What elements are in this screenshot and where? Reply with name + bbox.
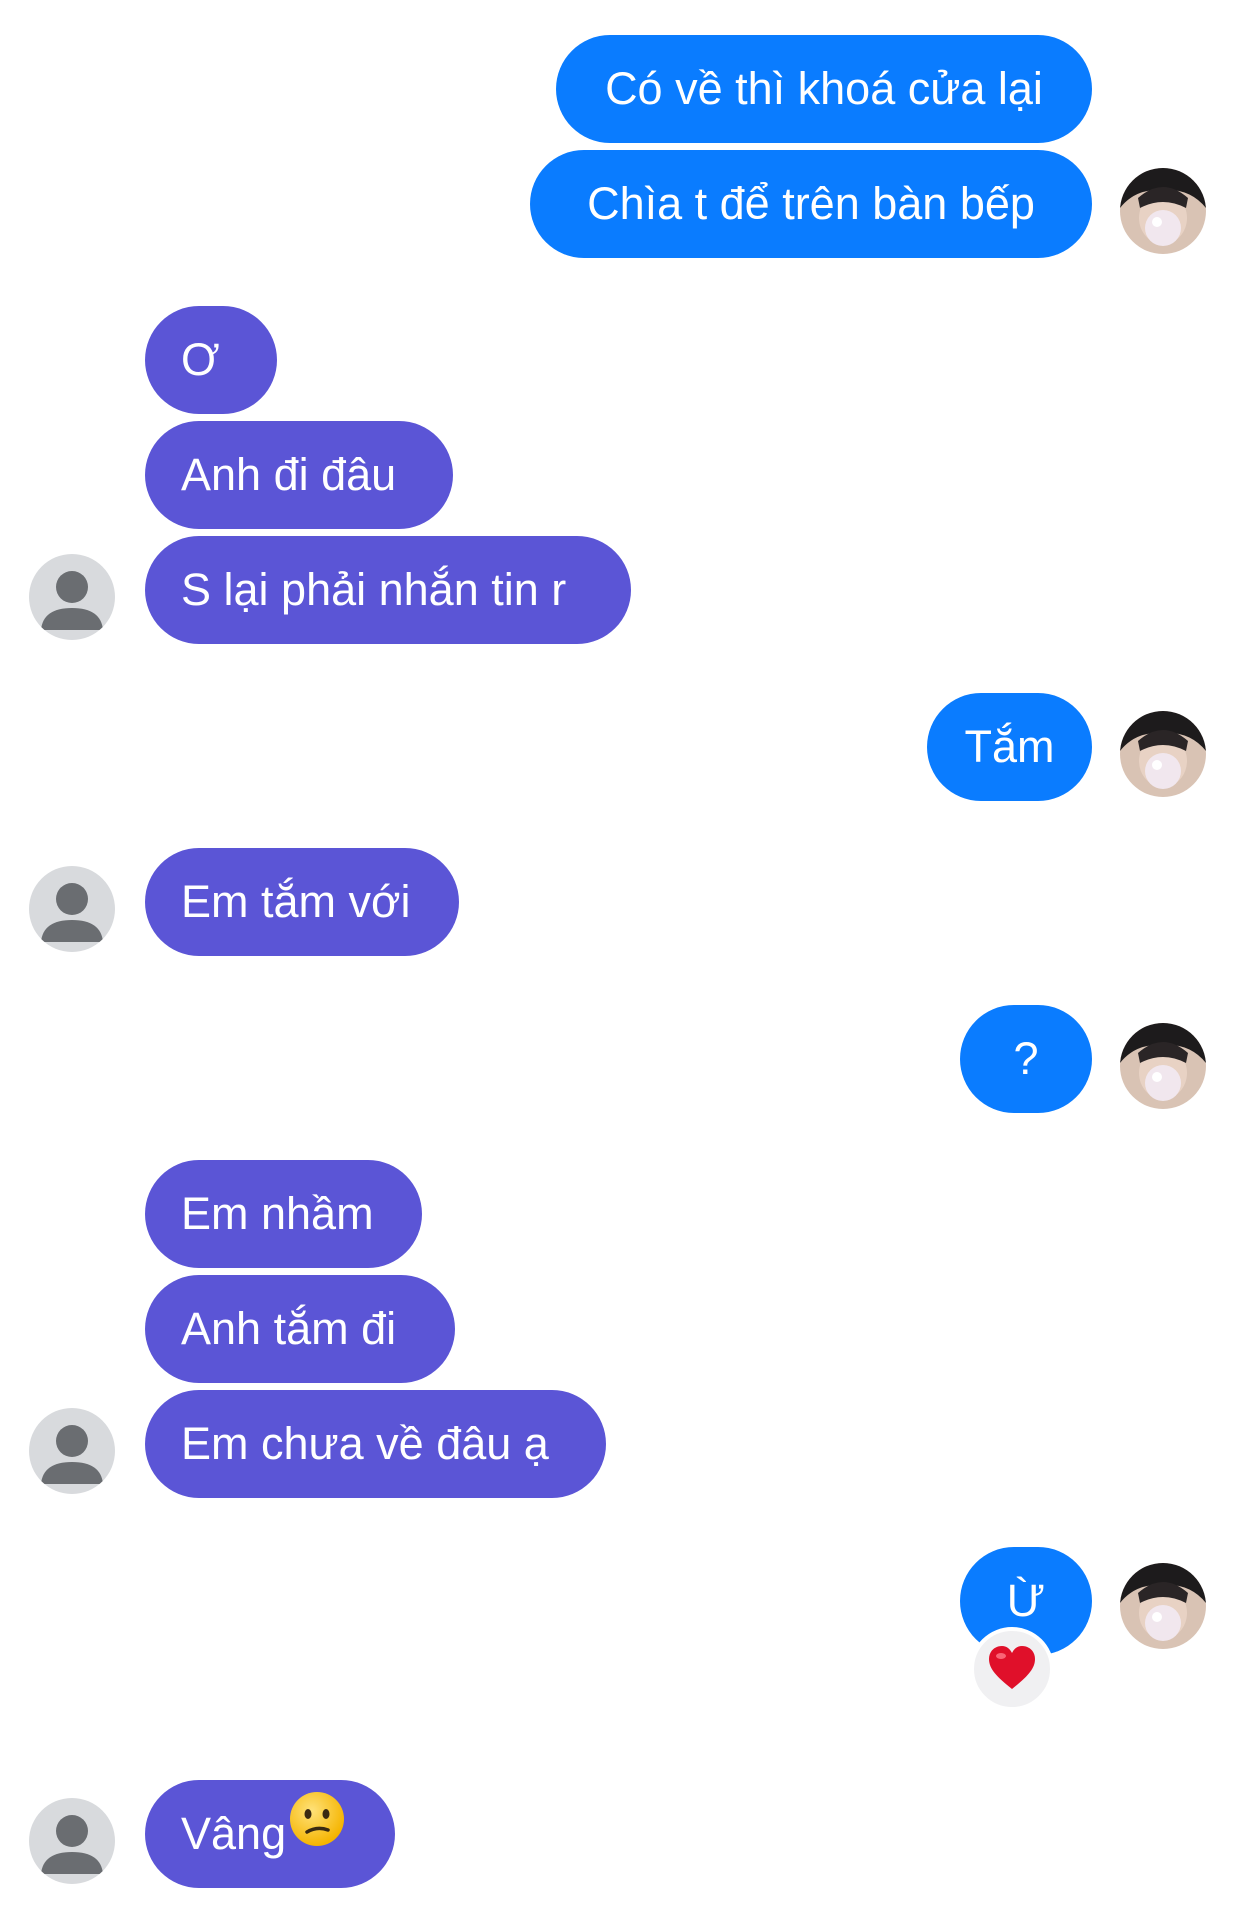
self-avatar-photo-icon — [1120, 1023, 1206, 1109]
incoming-message[interactable]: Anh đi đâu — [145, 421, 453, 529]
incoming-message[interactable]: Ơ — [145, 306, 277, 414]
incoming-message[interactable]: Anh tắm đi — [145, 1275, 455, 1383]
self-avatar[interactable] — [1120, 1023, 1206, 1109]
outgoing-message[interactable]: Có về thì khoá cửa lại — [556, 35, 1092, 143]
contact-avatar[interactable] — [29, 554, 115, 640]
default-person-avatar-icon — [29, 1798, 115, 1884]
message-reaction[interactable] — [970, 1627, 1054, 1711]
self-avatar[interactable] — [1120, 711, 1206, 797]
incoming-message[interactable]: Em tắm với — [145, 848, 459, 956]
contact-avatar[interactable] — [29, 866, 115, 952]
heart-icon — [989, 1646, 1035, 1689]
outgoing-message[interactable]: Tắm — [927, 693, 1092, 801]
outgoing-message[interactable]: ? — [960, 1005, 1092, 1113]
self-avatar-photo-icon — [1120, 711, 1206, 797]
self-avatar-photo-icon — [1120, 168, 1206, 254]
self-avatar-photo-icon — [1120, 1563, 1206, 1649]
message-text: Vâng — [181, 1808, 287, 1859]
contact-avatar[interactable] — [29, 1408, 115, 1494]
self-avatar[interactable] — [1120, 1563, 1206, 1649]
contact-avatar[interactable] — [29, 1798, 115, 1884]
default-person-avatar-icon — [29, 866, 115, 952]
incoming-message[interactable]: Vâng — [145, 1780, 395, 1888]
incoming-message[interactable]: Em nhầm — [145, 1160, 422, 1268]
incoming-message[interactable]: S lại phải nhắn tin r — [145, 536, 631, 644]
incoming-message[interactable]: Em chưa về đâu ạ — [145, 1390, 606, 1498]
confused-face-icon — [288, 1779, 346, 1887]
default-person-avatar-icon — [29, 1408, 115, 1494]
default-person-avatar-icon — [29, 554, 115, 640]
outgoing-message[interactable]: Chìa t để trên bàn bếp — [530, 150, 1092, 258]
self-avatar[interactable] — [1120, 168, 1206, 254]
